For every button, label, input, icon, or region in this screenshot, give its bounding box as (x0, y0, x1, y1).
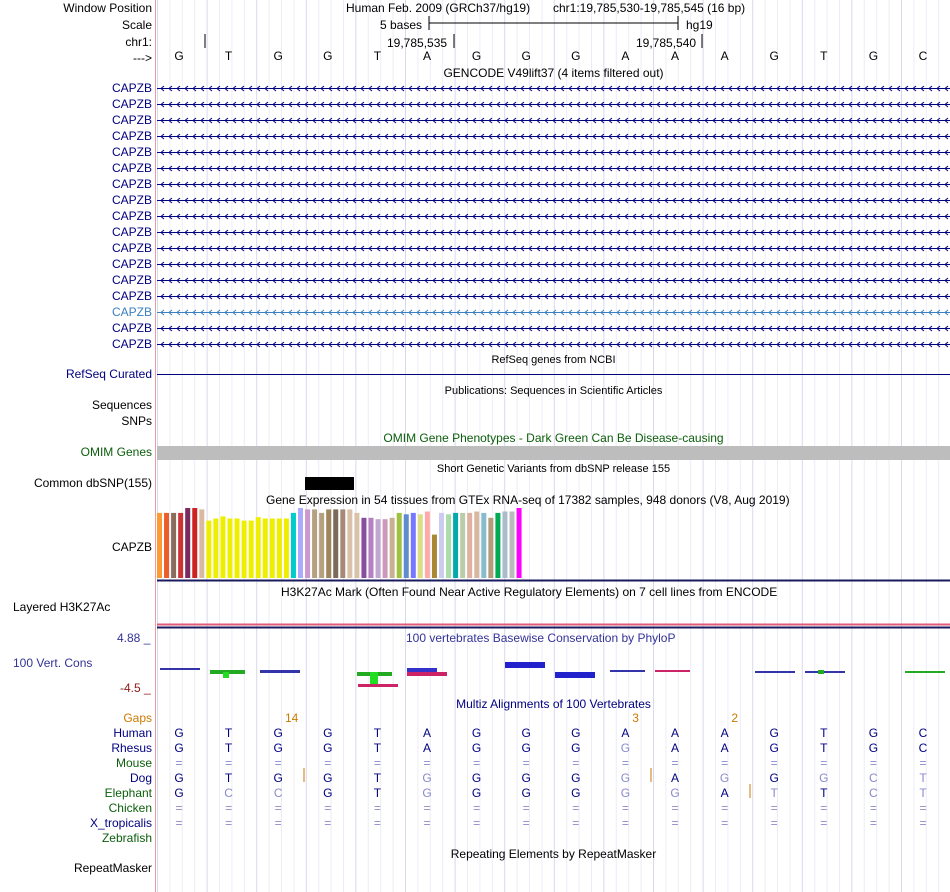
gtex-tissue-bar (298, 508, 303, 578)
conservation-logo (505, 662, 545, 668)
gtex-tissue-bar (192, 508, 198, 578)
gtex-tissue-bar (290, 512, 296, 578)
dbsnp-item (305, 477, 354, 490)
gtex-tissue-bar (403, 514, 409, 578)
gtex-tissue-bar (488, 517, 494, 578)
gtex-tissue-bar (220, 516, 226, 578)
gtex-tissue-bar (227, 518, 233, 578)
conservation-logo (358, 684, 398, 687)
conservation-logo (223, 672, 229, 678)
gtex-tissue-bar (382, 519, 388, 578)
gtex-tissue-bar (255, 517, 261, 578)
gtex-tissue-bar (347, 509, 353, 578)
gtex-tissue-bar (474, 511, 480, 578)
gtex-tissue-bar (333, 509, 339, 578)
gtex-tissue-bar (248, 520, 254, 578)
conservation-logo (805, 671, 845, 673)
gtex-tissue-bar (516, 508, 522, 578)
gtex-tissue-bar (509, 511, 515, 578)
track-graphics (157, 16, 950, 798)
gtex-tissue-bar (283, 518, 289, 578)
gtex-tissue-bar (157, 512, 162, 578)
gtex-tissue-bar (354, 512, 360, 578)
gtex-tissue-bar (495, 512, 501, 578)
gtex-tissue-bar (502, 511, 508, 578)
gtex-tissue-bar (178, 512, 184, 578)
gtex-tissue-bar (340, 509, 346, 578)
gtex-tissue-bar (326, 509, 332, 578)
gtex-tissue-bar (213, 518, 219, 578)
conservation-logo (655, 670, 690, 672)
gtex-tissue-bar (164, 512, 170, 578)
gtex-tissue-bar (396, 512, 402, 578)
gtex-tissue-bar (481, 512, 487, 578)
conservation-logo (610, 670, 645, 672)
gtex-tissue-bar (417, 514, 423, 578)
gtex-tissue-bar (199, 509, 205, 578)
gtex-tissue-bar (439, 512, 444, 578)
gtex-tissue-bar (375, 519, 381, 578)
omim-bar (157, 446, 950, 460)
gtex-tissue-bar (389, 517, 395, 578)
gtex-tissue-bar (185, 508, 191, 578)
conservation-logo (407, 668, 437, 672)
conservation-logo (818, 670, 824, 674)
conservation-logo (260, 670, 300, 673)
gtex-tissue-bar (368, 517, 374, 578)
gtex-tissue-bar (305, 509, 311, 578)
gtex-tissue-bar (460, 512, 466, 578)
gtex-tissue-bar (241, 520, 247, 578)
conservation-logo (407, 672, 447, 676)
gtex-tissue-bar (171, 512, 177, 578)
conservation-logo (160, 668, 200, 670)
gtex-tissue-bar (431, 534, 437, 578)
conservation-logo (555, 672, 595, 678)
gtex-tissue-bar (269, 518, 275, 578)
gtex-tissue-bar (262, 518, 268, 578)
gtex-tissue-bar (424, 511, 430, 578)
gtex-tissue-bar (361, 517, 367, 578)
gtex-tissue-bar (467, 512, 473, 578)
gtex-tissue-bar (234, 518, 240, 578)
gtex-tissue-bar (319, 512, 325, 578)
conservation-logo (905, 671, 945, 673)
gtex-tissue-bar (312, 509, 318, 578)
conservation-logo (755, 671, 795, 673)
gtex-tissue-bar (446, 514, 452, 578)
gtex-tissue-bar (410, 512, 416, 578)
gtex-tissue-bar (453, 512, 459, 578)
gtex-tissue-bar (276, 518, 282, 578)
gtex-tissue-bar (206, 520, 212, 578)
conservation-logo (370, 672, 378, 684)
